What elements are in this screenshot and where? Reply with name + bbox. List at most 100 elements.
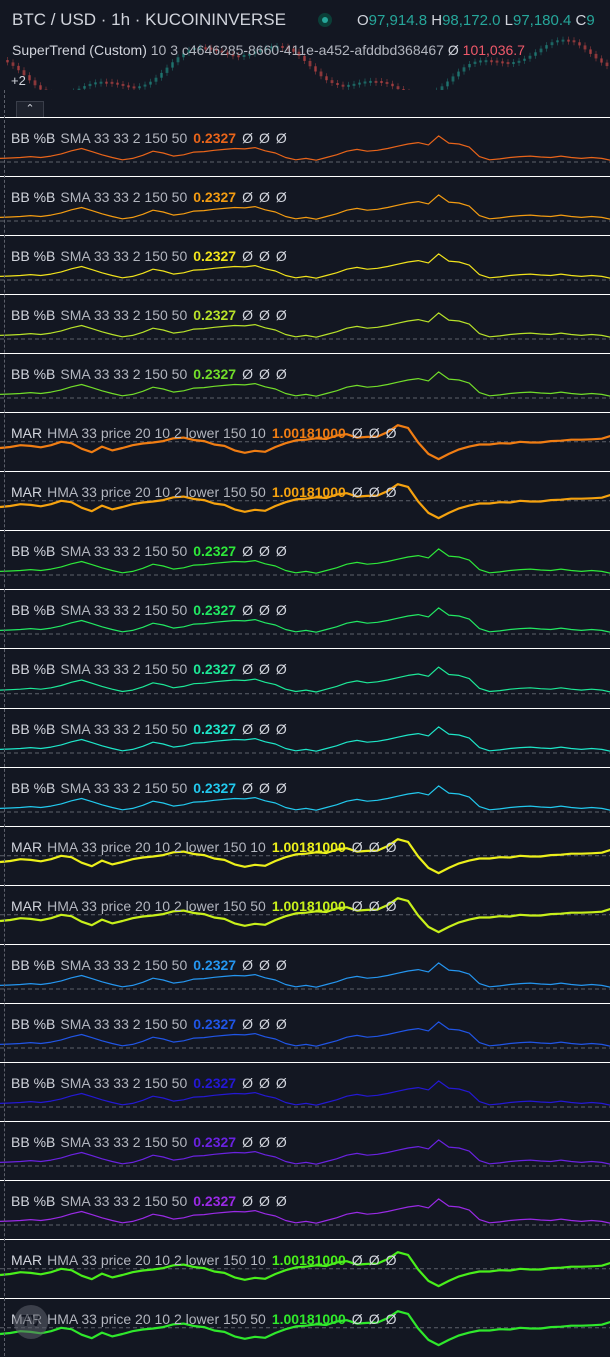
indicator-pane[interactable]: BB %BSMA 33 33 2 150 500.2327ØØØ [0,944,610,1003]
indicator-legend[interactable]: MARHMA 33 price 20 10 2 lower 150 101.00… [11,1252,402,1268]
na-value: Ø [242,307,253,323]
indicator-params: SMA 33 33 2 150 50 [60,1193,187,1209]
indicator-pane[interactable]: BB %BSMA 33 33 2 150 500.2327ØØØ [0,1003,610,1062]
indicator-legend[interactable]: BB %BSMA 33 33 2 150 500.2327ØØØ [11,721,293,737]
candle-body [534,52,537,55]
candle-body [100,82,103,84]
na-value: Ø [276,957,287,973]
indicator-pane[interactable]: MARHMA 33 price 20 10 2 lower 150 501.00… [0,885,610,944]
candle-body [144,85,147,87]
indicator-params: SMA 33 33 2 150 50 [60,307,187,323]
tradingview-logo-icon: TV [14,1305,48,1339]
candle-body [347,85,350,87]
indicator-plot [0,590,610,648]
candle-body [166,68,169,73]
na-value: Ø [276,661,287,677]
candle-body [573,40,576,42]
indicator-params: SMA 33 33 2 150 50 [60,189,187,205]
na-value: Ø [276,721,287,737]
indicator-legend[interactable]: BB %BSMA 33 33 2 150 500.2327ØØØ [11,1075,293,1091]
indicator-pane[interactable]: MARHMA 33 price 20 10 2 lower 150 501.00… [0,1298,610,1357]
indicator-pane[interactable]: BB %BSMA 33 33 2 150 500.2327ØØØ [0,767,610,826]
indicator-legend[interactable]: BB %BSMA 33 33 2 150 500.2327ØØØ [11,189,293,205]
indicator-pane[interactable]: BB %BSMA 33 33 2 150 500.2327ØØØ [0,530,610,589]
indicator-legend[interactable]: BB %BSMA 33 33 2 150 500.2327ØØØ [11,661,293,677]
na-value: Ø [242,248,253,264]
indicator-legend[interactable]: BB %BSMA 33 33 2 150 500.2327ØØØ [11,1193,293,1209]
na-value: Ø [369,898,380,914]
na-value: Ø [276,307,287,323]
indicator-plot [0,886,610,944]
indicator-legend[interactable]: BB %BSMA 33 33 2 150 500.2327ØØØ [11,780,293,796]
supertrend-legend[interactable]: SuperTrend (Custom) 10 3 c4646285-8660-4… [12,42,525,58]
candle-body [133,86,136,88]
symbol-title[interactable]: BTC / USD · 1h · KUCOININVERSE [12,10,286,30]
indicator-pane[interactable]: BB %BSMA 33 33 2 150 500.2327ØØØ [0,176,610,235]
indicator-legend[interactable]: MARHMA 33 price 20 10 2 lower 150 101.00… [11,425,402,441]
indicator-value: 0.2327 [193,957,236,973]
indicator-pane[interactable]: MARHMA 33 price 20 10 2 lower 150 501.00… [0,471,610,530]
na-value: Ø [369,839,380,855]
indicator-plot [0,827,610,885]
more-indicators-button[interactable]: +2 [11,73,26,88]
indicator-name: MAR [11,1252,42,1268]
indicator-pane[interactable]: BB %BSMA 33 33 2 150 500.2327ØØØ [0,1121,610,1180]
indicator-legend[interactable]: MARHMA 33 price 20 10 2 lower 150 501.00… [11,484,402,500]
indicator-pane[interactable]: BB %BSMA 33 33 2 150 500.2327ØØØ [0,589,610,648]
na-value: Ø [369,425,380,441]
indicator-pane[interactable]: BB %BSMA 33 33 2 150 500.2327ØØØ [0,1180,610,1239]
indicator-legend[interactable]: BB %BSMA 33 33 2 150 500.2327ØØØ [11,248,293,264]
collapse-legend-button[interactable]: ⌃ [16,101,44,118]
indicator-legend[interactable]: BB %BSMA 33 33 2 150 500.2327ØØØ [11,543,293,559]
indicator-legend[interactable]: BB %BSMA 33 33 2 150 500.2327ØØØ [11,130,293,146]
indicator-plot [0,413,610,471]
indicator-params: SMA 33 33 2 150 50 [60,543,187,559]
indicator-name: BB %B [11,721,55,737]
indicator-legend[interactable]: BB %BSMA 33 33 2 150 500.2327ØØØ [11,957,293,973]
indicator-value: 1.00181000 [272,484,346,500]
candle-body [17,66,20,70]
candle-body [391,84,394,86]
indicator-pane[interactable]: BB %BSMA 33 33 2 150 500.2327ØØØ [0,648,610,708]
indicator-params: SMA 33 33 2 150 50 [60,1016,187,1032]
indicator-pane[interactable]: BB %BSMA 33 33 2 150 500.2327ØØØ [0,708,610,767]
indicator-pane[interactable]: BB %BSMA 33 33 2 150 500.2327ØØØ [0,235,610,294]
candle-body [94,82,97,84]
indicator-legend[interactable]: BB %BSMA 33 33 2 150 500.2327ØØØ [11,1134,293,1150]
indicator-value: 0.2327 [193,1134,236,1150]
indicator-plot [0,118,610,176]
indicator-legend[interactable]: MARHMA 33 price 20 10 2 lower 150 501.00… [11,1311,402,1327]
indicator-legend[interactable]: MARHMA 33 price 20 10 2 lower 150 101.00… [11,839,402,855]
indicator-pane[interactable]: BB %BSMA 33 33 2 150 500.2327ØØØ [0,1062,610,1121]
indicator-params: SMA 33 33 2 150 50 [60,661,187,677]
indicator-legend[interactable]: MARHMA 33 price 20 10 2 lower 150 501.00… [11,898,402,914]
indicator-name: BB %B [11,248,55,264]
indicator-pane[interactable]: BB %BSMA 33 33 2 150 500.2327ØØØ [0,294,610,353]
indicator-name: MAR [11,839,42,855]
supertrend-params: 10 3 c4646285-8660-411e-a452-afddbd36846… [151,42,444,58]
indicator-params: HMA 33 price 20 10 2 lower 150 50 [47,1311,266,1327]
indicator-legend[interactable]: BB %BSMA 33 33 2 150 500.2327ØØØ [11,307,293,323]
na-value: Ø [242,189,253,205]
na-value: Ø [259,721,270,737]
na-value: Ø [276,780,287,796]
candle-body [138,86,141,88]
indicator-value: 0.2327 [193,248,236,264]
indicator-pane[interactable]: BB %BSMA 33 33 2 150 500.2327ØØØ [0,353,610,412]
indicator-plot [0,649,610,708]
na-value: Ø [276,1193,287,1209]
candle-body [468,64,471,67]
indicator-pane[interactable]: MARHMA 33 price 20 10 2 lower 150 101.00… [0,826,610,885]
indicator-pane[interactable]: MARHMA 33 price 20 10 2 lower 150 101.00… [0,1239,610,1298]
indicator-legend[interactable]: BB %BSMA 33 33 2 150 500.2327ØØØ [11,602,293,618]
indicator-pane[interactable]: BB %BSMA 33 33 2 150 500.2327ØØØ [0,117,610,176]
candle-body [600,58,603,62]
indicator-legend[interactable]: BB %BSMA 33 33 2 150 500.2327ØØØ [11,1016,293,1032]
market-status-icon[interactable] [318,13,332,27]
candle-body [122,84,125,86]
indicator-pane[interactable]: MARHMA 33 price 20 10 2 lower 150 101.00… [0,412,610,471]
high-value: 98,172.0 [442,12,500,29]
indicator-legend[interactable]: BB %BSMA 33 33 2 150 500.2327ØØØ [11,366,293,382]
indicator-params: SMA 33 33 2 150 50 [60,366,187,382]
indicator-params: SMA 33 33 2 150 50 [60,1134,187,1150]
